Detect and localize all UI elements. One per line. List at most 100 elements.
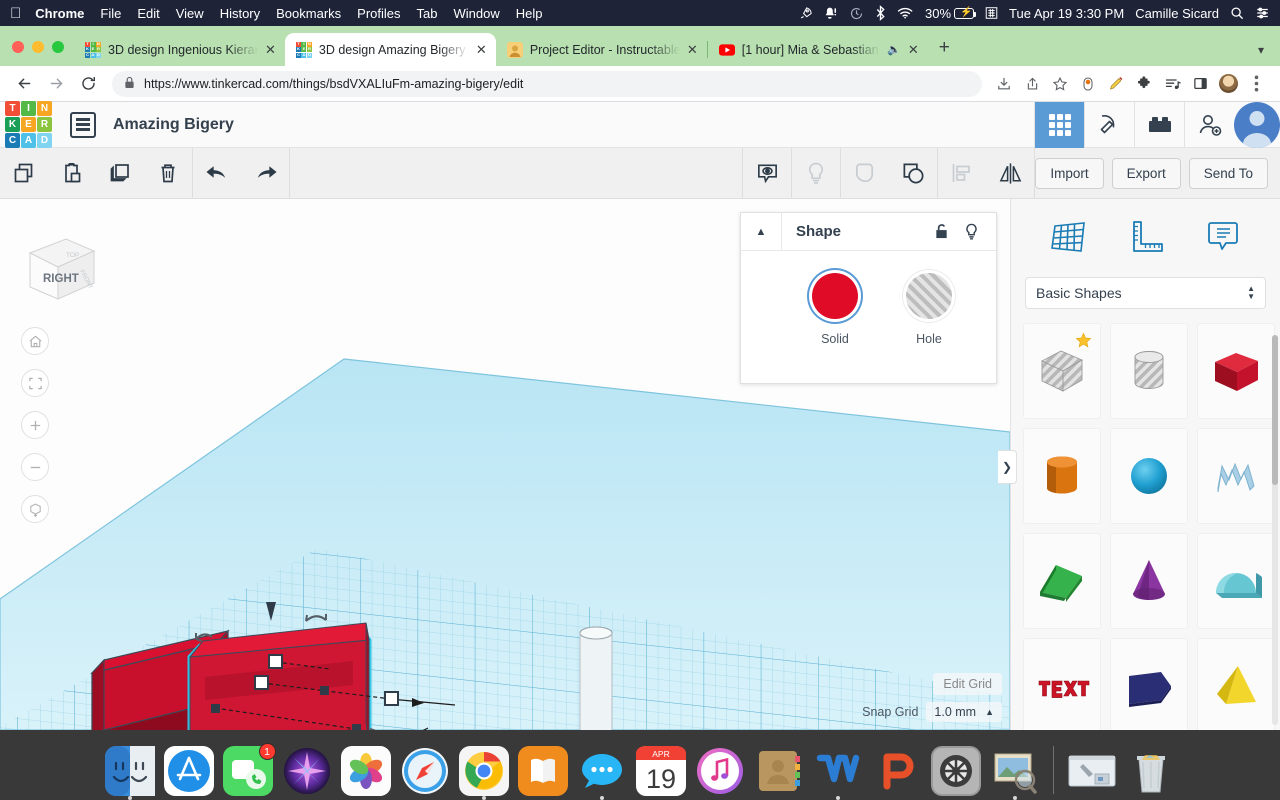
home-view-icon[interactable] <box>21 327 49 355</box>
forward-arrow-icon[interactable] <box>42 70 70 98</box>
pencil-icon[interactable] <box>1102 70 1130 98</box>
wifi-icon[interactable] <box>897 6 914 20</box>
undo-icon[interactable] <box>193 148 241 199</box>
browser-tab-2-active[interactable]: TIN KER CAD 3D design Amazing Bigery | T… <box>284 33 496 66</box>
shape-inspector-panel[interactable]: ▲ Shape Solid Hole <box>740 212 997 384</box>
menubar-item-edit[interactable]: Edit <box>137 6 159 21</box>
dock-item-photos[interactable] <box>340 746 391 796</box>
close-icon[interactable]: ✕ <box>908 42 919 58</box>
dock-item-microsoft-powerpoint[interactable] <box>872 746 922 796</box>
record-icon[interactable] <box>1074 70 1102 98</box>
dock-item-trash[interactable] <box>1126 746 1176 796</box>
time-machine-icon[interactable] <box>849 6 864 21</box>
input-source-icon[interactable] <box>985 6 998 20</box>
page-title[interactable]: Amazing Bigery <box>113 116 234 134</box>
snap-grid-select[interactable]: 1.0 mm ▲ <box>926 702 1002 722</box>
reading-list-icon[interactable] <box>1158 70 1186 98</box>
profile-avatar[interactable] <box>1214 70 1242 98</box>
window-minimize-button[interactable] <box>32 41 44 53</box>
reload-icon[interactable] <box>74 70 102 98</box>
mirror-flip-icon[interactable] <box>986 148 1034 199</box>
rocket-icon[interactable] <box>798 6 813 21</box>
send-to-button[interactable]: Send To <box>1188 157 1268 189</box>
dock-item-safari[interactable] <box>400 746 450 796</box>
view-cube[interactable]: RIGHT TOP FRONT <box>22 229 98 305</box>
battery-indicator[interactable]: 30% ⚡ <box>925 6 977 21</box>
light-bulb-icon[interactable] <box>956 223 986 241</box>
unlock-icon[interactable] <box>926 223 956 240</box>
sidebar-scrollbar[interactable] <box>1272 335 1278 725</box>
shape-item-cylinder-hole[interactable] <box>1110 323 1188 419</box>
dock-item-chrome[interactable] <box>458 746 509 800</box>
scene-cylinder-object[interactable] <box>579 626 613 730</box>
redo-icon[interactable] <box>241 148 289 199</box>
dock-item-microsoft-word[interactable] <box>813 746 863 800</box>
shape-item-text[interactable] <box>1023 638 1101 734</box>
paste-icon[interactable] <box>48 148 96 199</box>
delete-trash-icon[interactable] <box>144 148 192 199</box>
dock-item-messages[interactable] <box>577 746 627 800</box>
account-avatar[interactable] <box>1234 101 1280 148</box>
bluetooth-icon[interactable] <box>875 5 886 21</box>
menubar-item-help[interactable]: Help <box>516 6 543 21</box>
scene-red-object-selected[interactable] <box>187 622 372 730</box>
menubar-item-view[interactable]: View <box>176 6 204 21</box>
dock-item-downloads-stack[interactable] <box>1067 746 1117 796</box>
apple-icon[interactable]:  <box>10 6 21 21</box>
zoom-out-icon[interactable] <box>21 453 49 481</box>
menubar-item-history[interactable]: History <box>220 6 260 21</box>
ungroup-icon[interactable] <box>889 148 937 199</box>
note-icon[interactable] <box>1196 213 1250 261</box>
shape-item-pyramid[interactable] <box>1197 638 1275 734</box>
bookmark-star-icon[interactable] <box>1046 70 1074 98</box>
shape-item-scribble[interactable] <box>1197 428 1275 524</box>
bell-alert-icon[interactable] <box>824 6 838 21</box>
shape-item-box-hole[interactable] <box>1023 323 1101 419</box>
designs-grid-icon[interactable] <box>1034 101 1084 148</box>
fit-to-view-icon[interactable] <box>21 369 49 397</box>
shape-item-tube[interactable] <box>1197 533 1275 629</box>
chevron-down-icon[interactable]: ▾ <box>1242 43 1280 66</box>
solid-option[interactable]: Solid <box>803 273 867 346</box>
window-maximize-button[interactable] <box>52 41 64 53</box>
menubar-item-tab[interactable]: Tab <box>417 6 438 21</box>
shape-item-cone[interactable] <box>1110 533 1188 629</box>
ruler-icon[interactable] <box>1118 213 1172 261</box>
ortho-perspective-icon[interactable] <box>21 495 49 523</box>
minecraft-pickaxe-icon[interactable] <box>1084 101 1134 148</box>
lego-brick-icon[interactable] <box>1134 101 1184 148</box>
dock-item-facetime[interactable]: 1 <box>222 743 276 796</box>
shape-item-sphere[interactable] <box>1110 428 1188 524</box>
solid-color-swatch[interactable] <box>812 273 858 319</box>
edit-grid-button[interactable]: Edit Grid <box>933 673 1002 695</box>
dock-item-image-capture[interactable] <box>990 746 1040 800</box>
menubar-item-file[interactable]: File <box>100 6 121 21</box>
address-bar[interactable]: https://www.tinkercad.com/things/bsdVXAL… <box>112 70 982 97</box>
dock-item-siri[interactable] <box>282 746 332 796</box>
share-icon[interactable] <box>1018 70 1046 98</box>
shape-item-cylinder[interactable] <box>1023 428 1101 524</box>
search-icon[interactable] <box>1230 6 1244 20</box>
menubar-item-bookmarks[interactable]: Bookmarks <box>276 6 341 21</box>
sidepanel-icon[interactable] <box>1186 70 1214 98</box>
browser-tab-4[interactable]: [1 hour] Mia & Sebastian's 🔈 ✕ <box>708 33 928 66</box>
dock-item-calendar[interactable]: APR 19 <box>635 746 686 796</box>
browser-tab-1[interactable]: TIN KER CAD 3D design Ingenious Kieran |… <box>74 33 285 66</box>
dock-item-finder[interactable] <box>104 746 155 800</box>
invite-user-icon[interactable] <box>1184 101 1234 148</box>
dock-item-itunes[interactable] <box>695 746 745 796</box>
show-hide-eye-icon[interactable] <box>743 148 791 199</box>
browser-tab-3[interactable]: Project Editor - Instructables ✕ <box>496 33 707 66</box>
back-arrow-icon[interactable] <box>10 70 38 98</box>
chevron-right-icon[interactable]: ❯ <box>998 450 1017 484</box>
zoom-in-icon[interactable] <box>21 411 49 439</box>
menubar-datetime[interactable]: Tue Apr 19 3:30 PM <box>1009 6 1124 21</box>
speaker-icon[interactable]: 🔈 <box>887 43 901 56</box>
window-close-button[interactable] <box>12 41 24 53</box>
three-dot-menu-icon[interactable] <box>1242 70 1270 98</box>
hole-option[interactable]: Hole <box>897 273 961 346</box>
menubar-item-window[interactable]: Window <box>454 6 500 21</box>
dock-item-contacts[interactable] <box>754 746 804 796</box>
extensions-puzzle-icon[interactable] <box>1130 70 1158 98</box>
new-tab-button[interactable]: + <box>928 37 961 66</box>
